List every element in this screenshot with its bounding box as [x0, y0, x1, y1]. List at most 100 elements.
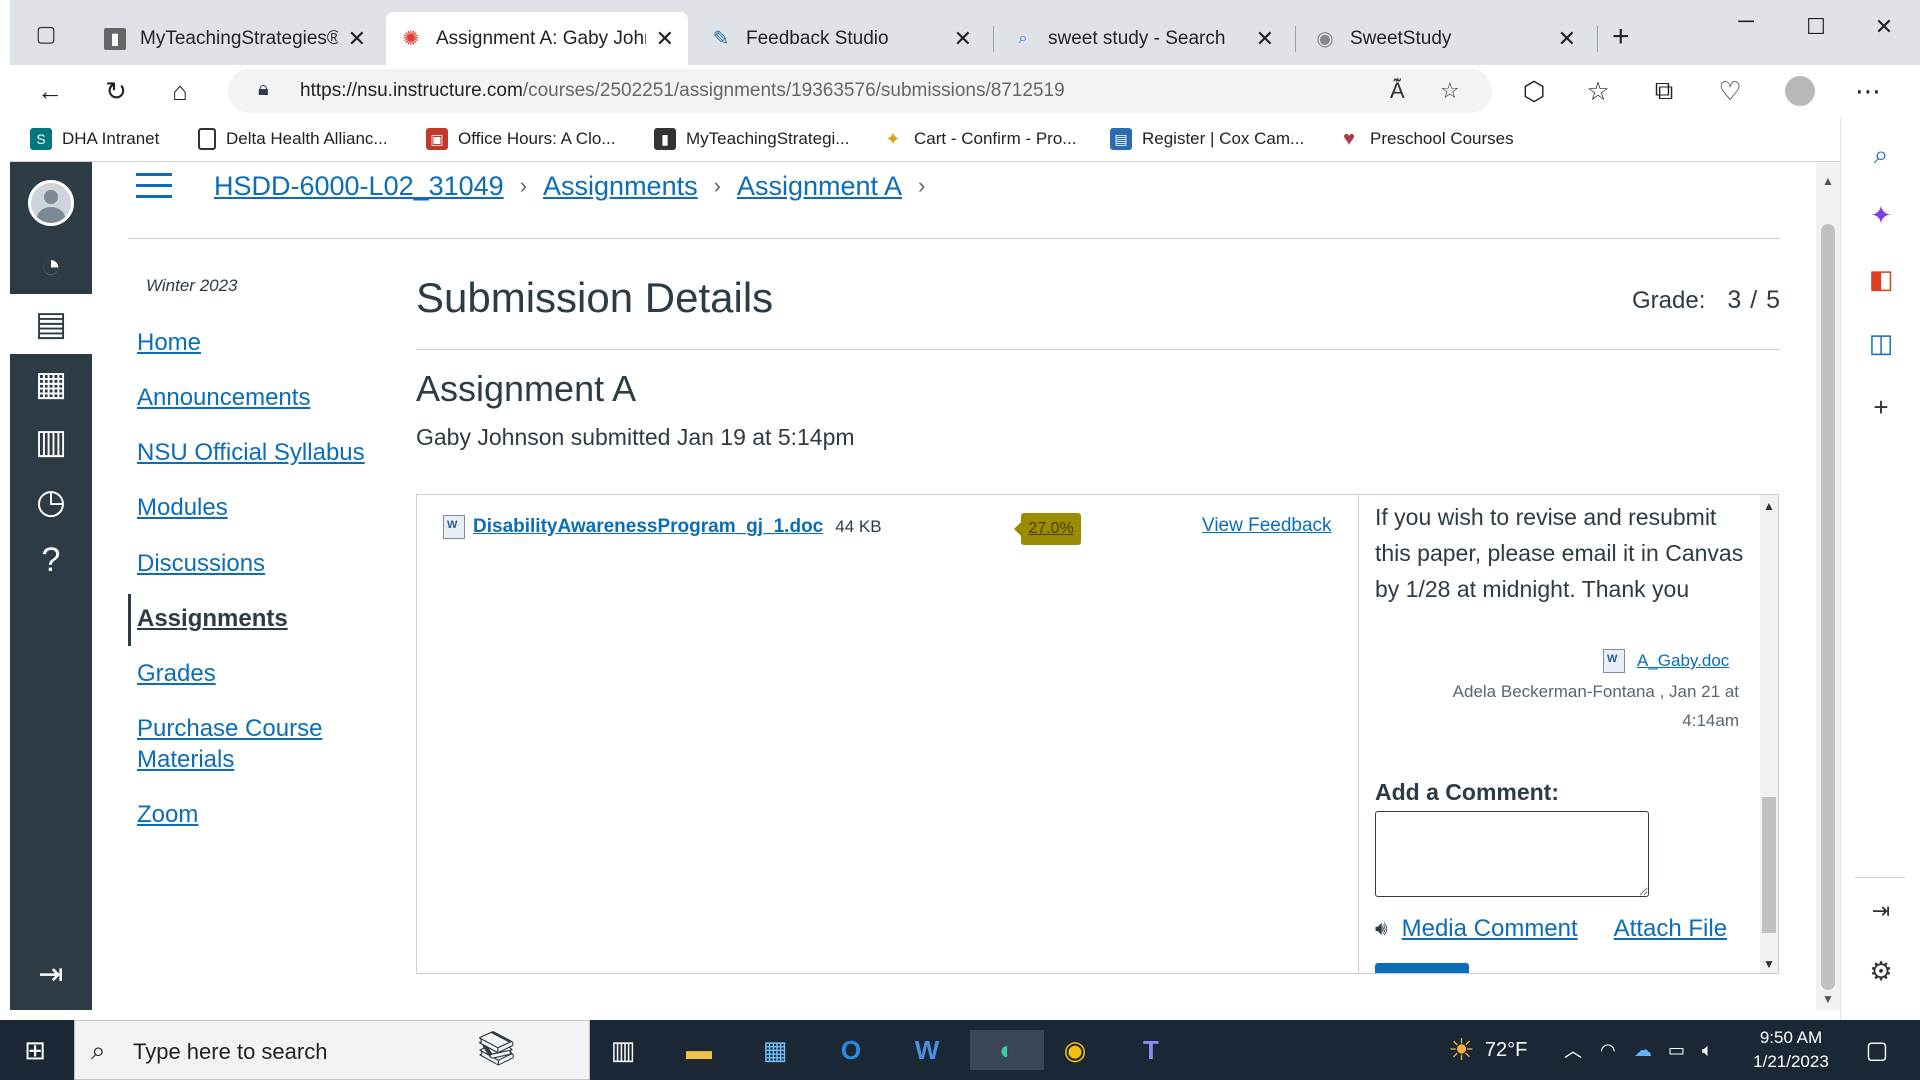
add-favorite-icon[interactable]: ☆ — [1440, 78, 1460, 104]
scroll-up-arrow-icon[interactable]: ▲ — [1816, 174, 1840, 188]
network-icon[interactable]: ◠ — [1600, 1020, 1616, 1080]
url-text[interactable]: https://nsu.instructure.com/courses/2502… — [300, 80, 1065, 102]
course-nav-syllabus[interactable]: NSU Official Syllabus — [137, 437, 365, 468]
tab-separator — [993, 26, 994, 52]
add-sidebar-app-icon[interactable]: + — [1863, 389, 1899, 425]
scrollbar-thumb[interactable] — [1762, 797, 1776, 933]
course-nav-announcements[interactable]: Announcements — [137, 382, 310, 413]
browser-essentials-icon[interactable]: ♡ — [1712, 73, 1748, 109]
save-comment-button[interactable] — [1375, 963, 1469, 973]
lock-icon[interactable]: 🔒︎ — [258, 78, 269, 101]
tab-sweet-study-search[interactable]: ⌕ sweet study - Search ✕ — [998, 12, 1288, 65]
favorites-icon[interactable]: ☆ — [1580, 73, 1616, 109]
media-comment-link[interactable]: Media Comment — [1402, 915, 1578, 943]
history-clock-icon[interactable]: ◷ — [10, 472, 92, 532]
teams-icon[interactable]: T — [1130, 1030, 1172, 1070]
copilot-icon[interactable]: ✦ — [1863, 197, 1899, 233]
help-icon[interactable]: ? — [10, 530, 92, 590]
account-avatar[interactable] — [10, 170, 92, 236]
close-icon[interactable]: ✕ — [1256, 26, 1274, 52]
favorite-myteachingstrategies[interactable]: ▮ MyTeachingStrategi... — [654, 128, 849, 150]
course-nav-discussions[interactable]: Discussions — [137, 548, 265, 579]
windows-start-icon[interactable]: ⊞ — [14, 1030, 56, 1070]
tab-myteachingstrategies[interactable]: ▮ MyTeachingStrategies® - ✕ — [90, 12, 380, 65]
tab-sweetstudy[interactable]: ◉ SweetStudy ✕ — [1300, 12, 1590, 65]
breadcrumb-course[interactable]: HSDD-6000-L02_31049 — [214, 171, 504, 202]
outlook-icon[interactable]: ◫ — [1863, 325, 1899, 361]
maximize-button[interactable]: ☐ — [1796, 14, 1836, 40]
settings-gear-icon[interactable]: ⚙ — [1863, 953, 1899, 989]
scroll-up-arrow-icon[interactable]: ▲ — [1760, 499, 1778, 513]
course-nav-modules[interactable]: Modules — [137, 492, 228, 523]
course-menu-toggle[interactable] — [136, 173, 172, 199]
close-window-button[interactable]: ✕ — [1864, 14, 1904, 40]
favorite-cart-confirm[interactable]: ✦ Cart - Confirm - Pro... — [882, 128, 1076, 150]
show-hidden-icons[interactable]: ︿ — [1564, 1020, 1582, 1080]
comment-attachment-link[interactable]: A_Gaby.doc — [1637, 651, 1729, 671]
tab-actions-icon[interactable]: ▢ — [32, 20, 60, 48]
microsoft-store-icon[interactable]: ▦ — [754, 1030, 796, 1070]
course-nav-grades[interactable]: Grades — [137, 658, 216, 689]
course-nav-assignments[interactable]: Assignments — [137, 603, 288, 634]
weather-widget[interactable]: ☀ 72°F — [1448, 1020, 1527, 1080]
new-tab-button[interactable]: + — [1612, 20, 1630, 54]
file-explorer-icon[interactable]: ▬ — [678, 1030, 720, 1070]
volume-icon[interactable]: 🔈︎ — [1702, 1020, 1713, 1080]
home-icon[interactable]: ⌂ — [162, 73, 198, 109]
favorite-delta-health[interactable]: Delta Health Allianc... — [198, 128, 388, 150]
page-scrollbar[interactable]: ▲ ▼ — [1816, 162, 1840, 1010]
close-icon[interactable]: ✕ — [954, 26, 972, 52]
edge-icon[interactable]: ◐ — [970, 1030, 1044, 1070]
view-feedback-link[interactable]: View Feedback — [1202, 515, 1332, 537]
attach-file-link[interactable]: Attach File — [1614, 915, 1727, 943]
favorite-preschool-courses[interactable]: ♥ Preschool Courses — [1338, 128, 1514, 150]
collections-icon[interactable]: ⧉ — [1646, 73, 1682, 109]
course-nav-purchase-materials-line2[interactable]: Materials — [137, 744, 234, 775]
search-icon[interactable]: ⌕ — [1863, 137, 1899, 173]
onedrive-icon[interactable]: ☁ — [1634, 1020, 1652, 1080]
outlook-icon[interactable]: O — [830, 1030, 872, 1070]
taskbar-search[interactable]: ⌕ Type here to search 📚︎ — [74, 1020, 590, 1080]
comments-scrollbar[interactable]: ▲ ▼ — [1760, 495, 1778, 973]
profile-icon[interactable] — [1782, 73, 1818, 109]
course-nav-zoom[interactable]: Zoom — [137, 799, 198, 830]
close-icon[interactable]: ✕ — [348, 26, 366, 52]
extensions-icon[interactable]: ⬡ — [1516, 73, 1552, 109]
breadcrumb-assignments[interactable]: Assignments — [543, 171, 698, 202]
office-icon[interactable]: ◧ — [1863, 261, 1899, 297]
tab-assignment-a[interactable]: ✺ Assignment A: Gaby John ✕ — [386, 12, 688, 65]
notifications-icon[interactable]: ▢ — [1856, 1030, 1898, 1070]
favorite-office-hours[interactable]: ▣ Office Hours: A Clo... — [426, 128, 615, 150]
system-clock[interactable]: 9:50 AM 1/21/2023 — [1736, 1026, 1846, 1074]
course-nav-home[interactable]: Home — [137, 327, 201, 358]
battery-icon[interactable]: ▭ — [1668, 1020, 1685, 1080]
calendar-icon[interactable]: ▦ — [10, 354, 92, 414]
hide-sidebar-icon[interactable]: ⇥ — [1863, 893, 1899, 929]
similarity-score-badge[interactable]: 27.0% — [1014, 513, 1081, 545]
breadcrumb-assignment-a[interactable]: Assignment A — [737, 171, 902, 202]
inbox-icon[interactable]: ▥ — [10, 412, 92, 472]
scroll-down-arrow-icon[interactable]: ▼ — [1816, 992, 1840, 1006]
scrollbar-thumb[interactable] — [1821, 224, 1835, 990]
minimize-button[interactable]: ─ — [1726, 8, 1766, 34]
courses-icon[interactable]: ▤ — [10, 294, 92, 354]
dashboard-icon[interactable]: ◔ — [10, 236, 92, 296]
add-comment-textarea[interactable] — [1375, 811, 1649, 897]
address-bar[interactable]: 🔒︎ https://nsu.instructure.com/courses/2… — [228, 69, 1492, 113]
read-aloud-icon[interactable]: A͊ — [1390, 78, 1405, 104]
favorite-register-cox[interactable]: ▤ Register | Cox Cam... — [1110, 128, 1304, 150]
close-icon[interactable]: ✕ — [656, 26, 674, 52]
back-icon[interactable]: ← — [32, 73, 68, 109]
word-icon[interactable]: W — [906, 1030, 948, 1070]
collapse-nav-icon[interactable]: ⇥ — [10, 944, 92, 1004]
task-view-icon[interactable]: ▥ — [602, 1030, 644, 1070]
tab-feedback-studio[interactable]: ✎ Feedback Studio ✕ — [696, 12, 986, 65]
close-icon[interactable]: ✕ — [1558, 26, 1576, 52]
chrome-icon[interactable]: ◉ — [1054, 1030, 1096, 1070]
submitted-file-link[interactable]: DisabilityAwarenessProgram_gj_1.doc — [473, 516, 823, 538]
favorite-dha-intranet[interactable]: S DHA Intranet — [30, 128, 159, 150]
more-options-icon[interactable]: ⋯ — [1850, 73, 1886, 109]
scroll-down-arrow-icon[interactable]: ▼ — [1760, 957, 1778, 971]
refresh-icon[interactable]: ↻ — [98, 73, 134, 109]
course-nav-purchase-materials[interactable]: Purchase Course — [137, 713, 322, 744]
